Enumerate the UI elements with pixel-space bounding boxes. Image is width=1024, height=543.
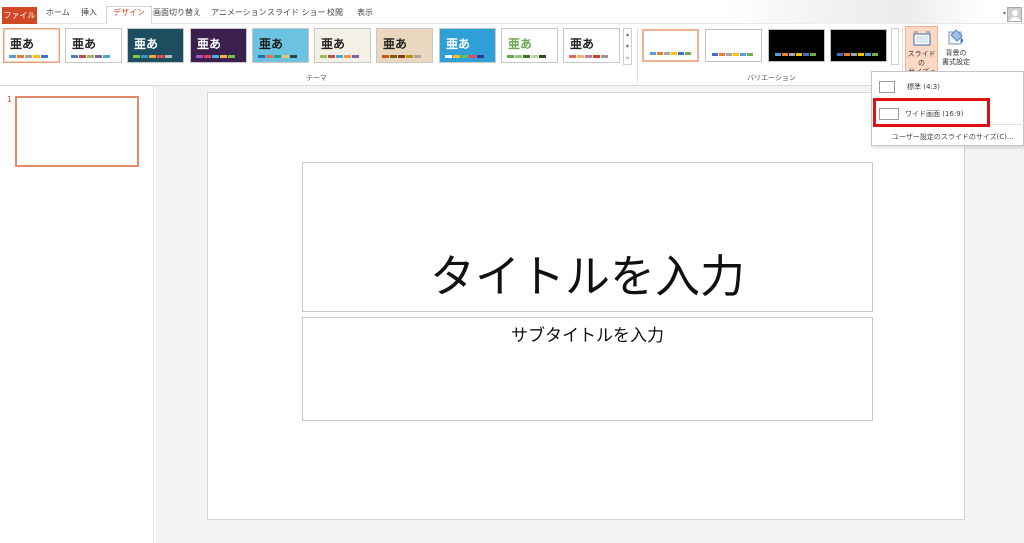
theme-color-swatches	[71, 55, 110, 58]
theme-color-swatches	[9, 55, 48, 58]
variation-thumbnail[interactable]	[768, 29, 825, 62]
variation-color-swatches	[775, 53, 816, 56]
variation-thumbnail[interactable]	[830, 29, 887, 62]
subtitle-placeholder[interactable]: サブタイトルを入力	[302, 317, 873, 421]
theme-thumbnail[interactable]: 亜あ	[314, 28, 371, 63]
theme-color-swatches	[258, 55, 297, 58]
slide-size-label-line1: スライドの	[907, 50, 936, 67]
theme-thumbnail[interactable]: 亜あ	[439, 28, 496, 63]
variation-thumbnail[interactable]	[642, 29, 699, 62]
theme-color-swatches	[445, 55, 484, 58]
format-background-label-line1: 背景の	[945, 49, 967, 57]
ribbon-tab-bar: ファイル ホーム 挿入 デザイン 画面切り替え アニメーション スライド ショー…	[0, 0, 1024, 24]
format-background-button[interactable]: 背景の 書式設定	[939, 26, 973, 72]
theme-color-swatches	[507, 55, 546, 58]
slide-thumbnail-pane: 1	[0, 86, 154, 543]
menu-item-standard-label: 標準 (4:3)	[907, 83, 940, 91]
variation-color-swatches	[837, 53, 878, 56]
scroll-up-icon[interactable]: ▴	[624, 29, 631, 41]
slide-size-icon	[912, 30, 931, 48]
theme-thumbnail[interactable]: 亜あ	[65, 28, 122, 63]
theme-thumbnail[interactable]: 亜あ	[190, 28, 247, 63]
variation-group-label: バリエーション	[747, 74, 796, 82]
ribbon-options-arrow-icon[interactable]: ▾	[1003, 10, 1006, 17]
format-background-icon	[947, 29, 965, 47]
tab-review[interactable]: 校閲	[321, 6, 349, 24]
theme-thumbnail[interactable]: 亜あ	[563, 28, 620, 63]
subtitle-placeholder-text: サブタイトルを入力	[511, 326, 664, 346]
theme-thumbnail[interactable]: 亜あ	[3, 28, 60, 63]
slide-editing-area: タイトルを入力 サブタイトルを入力	[155, 86, 1024, 543]
tab-home[interactable]: ホーム	[40, 6, 76, 24]
tab-view[interactable]: 表示	[351, 6, 379, 24]
theme-group-label: テーマ	[306, 74, 327, 82]
theme-sample-text: 亜あ	[383, 37, 408, 51]
theme-sample-text: 亜あ	[508, 37, 533, 51]
theme-gallery-scroll[interactable]: ▴ ▾ ▿	[623, 28, 632, 65]
slide-thumbnail[interactable]	[15, 96, 139, 167]
slide-size-button[interactable]: スライドの サイズ ▾	[905, 26, 938, 76]
theme-sample-text: 亜あ	[134, 37, 159, 51]
tab-insert[interactable]: 挿入	[75, 6, 103, 24]
group-divider	[637, 28, 638, 82]
theme-color-swatches	[382, 55, 421, 58]
title-placeholder[interactable]: タイトルを入力	[302, 162, 873, 312]
theme-color-swatches	[569, 55, 608, 58]
gallery-more-icon[interactable]: ▿	[624, 53, 631, 65]
theme-sample-text: 亜あ	[259, 37, 284, 51]
tab-transitions[interactable]: 画面切り替え	[147, 6, 207, 24]
theme-color-swatches	[196, 55, 235, 58]
format-background-label-line2: 書式設定	[942, 58, 970, 66]
tab-design[interactable]: デザイン	[106, 6, 152, 24]
theme-color-swatches	[133, 55, 172, 58]
theme-sample-text: 亜あ	[570, 37, 595, 51]
theme-sample-text: 亜あ	[197, 37, 222, 51]
current-slide[interactable]: タイトルを入力 サブタイトルを入力	[207, 92, 965, 520]
highlight-annotation	[873, 98, 990, 127]
scroll-down-icon[interactable]: ▾	[624, 41, 631, 53]
variation-thumbnail[interactable]	[705, 29, 762, 62]
thumbnail-number: 1	[7, 95, 13, 104]
menu-item-standard[interactable]: 標準 (4:3)	[872, 76, 1024, 98]
tab-file[interactable]: ファイル	[2, 7, 37, 24]
variation-gallery-scroll[interactable]	[891, 28, 899, 65]
variation-color-swatches	[712, 53, 753, 56]
theme-sample-text: 亜あ	[321, 37, 346, 51]
theme-color-swatches	[320, 55, 359, 58]
standard-ratio-icon	[879, 81, 895, 93]
theme-sample-text: 亜あ	[446, 37, 471, 51]
title-bar-decoration	[724, 0, 984, 24]
theme-sample-text: 亜あ	[72, 37, 97, 51]
title-placeholder-text: タイトルを入力	[429, 250, 745, 303]
theme-thumbnail[interactable]: 亜あ	[127, 28, 184, 63]
user-account-icon[interactable]	[1007, 7, 1022, 22]
theme-thumbnail[interactable]: 亜あ	[501, 28, 558, 63]
theme-thumbnail[interactable]: 亜あ	[376, 28, 433, 63]
theme-sample-text: 亜あ	[10, 37, 35, 51]
theme-thumbnail[interactable]: 亜あ	[252, 28, 309, 63]
menu-item-custom-size[interactable]: ユーザー設定のスライドのサイズ(C)...	[892, 132, 1014, 142]
variation-color-swatches	[650, 52, 691, 55]
